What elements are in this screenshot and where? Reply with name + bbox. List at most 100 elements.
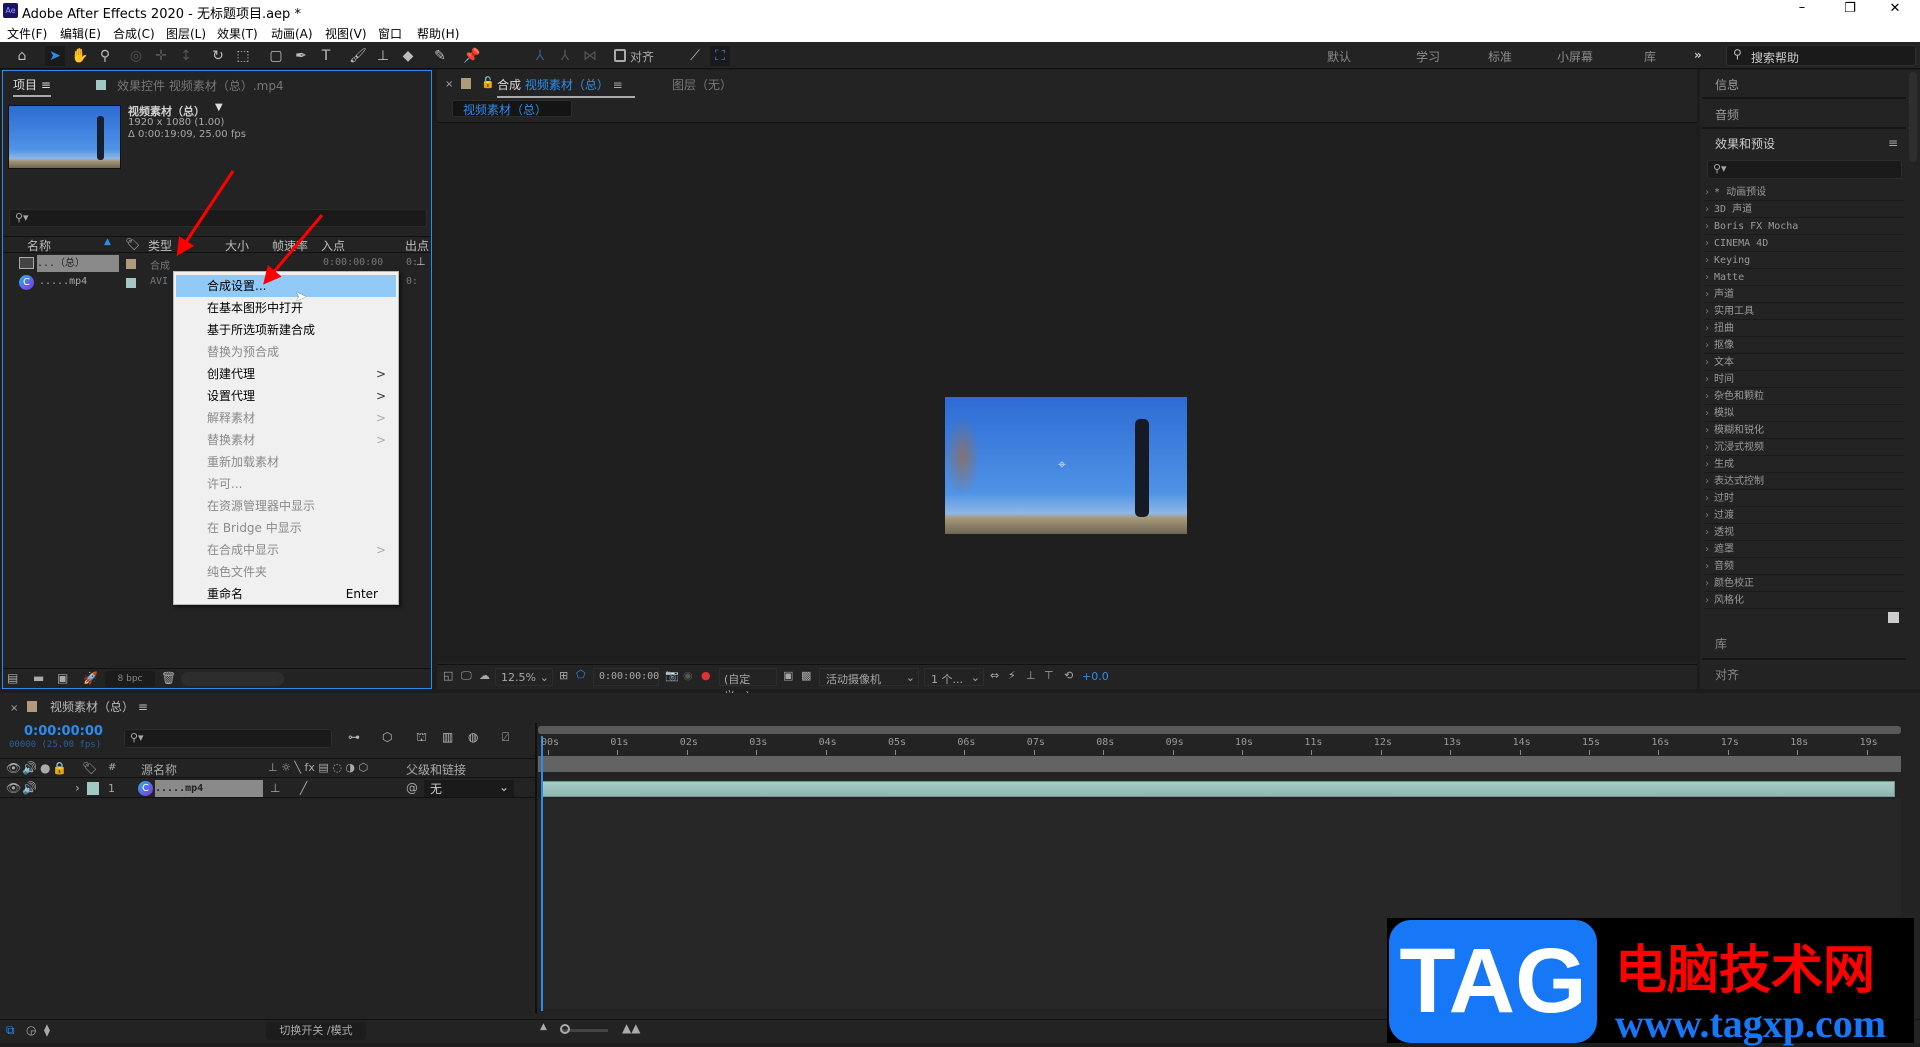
anchor-point-icon[interactable]: ⌖ [1058,457,1066,473]
zoom-out-icon[interactable]: ▲ [540,1022,547,1032]
context-menu-item[interactable]: 在基本图形中打开 [176,297,396,319]
effects-category[interactable]: › 过时 [1704,490,1904,507]
context-menu-item[interactable]: 在资源管理器中显示 [176,495,396,517]
snap-checkbox[interactable] [614,49,626,62]
draft-3d-icon[interactable]: ⬡ [382,730,392,744]
layer-name[interactable]: .....mp4 [155,780,263,797]
effects-category[interactable]: › 声道 [1704,286,1904,303]
current-time-indicator[interactable] [541,736,543,1011]
context-menu-item[interactable]: 许可... [176,473,396,495]
effects-category[interactable]: › 杂色和颗粒 [1704,388,1904,405]
panel-audio[interactable]: 音频 [1715,106,1739,123]
fast-preview-icon[interactable]: ▣ [783,669,793,682]
time-ruler[interactable] [538,735,1901,755]
pickwhip-icon[interactable]: @ [406,781,418,795]
new-folder-icon[interactable]: ▬ [33,671,44,685]
context-menu-item[interactable]: 重新加载素材 [176,451,396,473]
timeline-search-input[interactable]: ⚲▾ [124,729,332,748]
effects-category[interactable]: › 实用工具 [1704,303,1904,320]
context-menu-item[interactable]: 替换素材 > [176,429,396,451]
effects-category[interactable]: › Boris FX Mocha [1704,218,1904,235]
tab-composition[interactable]: 合成 视频素材（总） ≡ [497,76,635,98]
comp-frame[interactable]: ⌖ [945,397,1187,534]
minimize-button[interactable]: – [1792,0,1812,15]
puppet-pin-icon[interactable]: 📌 [462,46,482,66]
context-menu-item[interactable]: 基于所选项新建合成 [176,319,396,341]
audio-icon[interactable]: 🔊 [22,761,37,775]
effects-scrollbar[interactable] [1909,72,1917,162]
toggle-switches-modes-button[interactable]: 切换开关 /模式 [266,1022,366,1040]
zoom-in-icon[interactable]: ▲▲ [622,1021,640,1035]
close-tab-icon[interactable]: × [445,79,453,90]
layer-duration-bar[interactable] [542,781,1895,797]
camera-dropdown[interactable]: 活动摄像机 ⌄ [819,668,919,686]
quality-switch[interactable]: ╱ [300,781,307,795]
roto-brush-icon[interactable]: ✎ [430,46,450,66]
panel-align[interactable]: 对齐 [1715,666,1739,683]
layer-label-color[interactable] [87,782,99,795]
exposure-value[interactable]: +0.0 [1082,670,1109,683]
effects-category[interactable]: › CINEMA 4D [1704,235,1904,252]
resolution-dropdown[interactable]: (自定义...) [719,668,777,702]
snap-grid-icon[interactable]: ⛶ [710,46,730,66]
effects-category[interactable]: › * 动画预设 [1704,184,1904,201]
workspace-more-button[interactable]: » [1694,48,1702,62]
flowchart-icon[interactable]: ⊤ [1044,669,1054,682]
workspace-small-screen[interactable]: 小屏幕 [1557,48,1593,65]
tab-layer[interactable]: 图层（无） [672,76,732,93]
close-tab-icon[interactable]: × [10,703,18,714]
workspace-standard[interactable]: 标准 [1488,48,1512,65]
snap-option-icon[interactable]: ⟋ [685,46,705,66]
in-out-icon[interactable]: ⧫ [44,1023,50,1037]
timeline-icon[interactable]: ⊥ [1026,669,1036,682]
channel-icon[interactable]: ● [701,669,711,682]
snapshot-icon[interactable]: 📷 [665,669,679,682]
effects-category[interactable]: › 过渡 [1704,507,1904,524]
effects-category[interactable]: › 风格化 [1704,592,1904,609]
context-menu-item[interactable]: 在合成中显示 > [176,539,396,561]
effects-category[interactable]: › 生成 [1704,456,1904,473]
collapse-switch[interactable]: ⊥ [270,781,280,795]
visibility-icon[interactable]: 👁 [6,761,21,775]
bpc-button[interactable]: 8 bpc [105,671,155,687]
motion-blur-icon[interactable]: ◍ [468,730,478,744]
transfer-controls-icon[interactable]: ◶ [26,1023,36,1037]
workspace-learn[interactable]: 学习 [1416,48,1440,65]
views-dropdown[interactable]: 1 个... ⌄ [924,668,984,686]
effects-category[interactable]: › 时间 [1704,371,1904,388]
effects-category[interactable]: › 音频 [1704,558,1904,575]
panel-info[interactable]: 信息 [1715,76,1739,93]
render-queue-icon[interactable]: 🚀 [83,671,98,685]
new-composition-icon[interactable]: ▣ [57,671,68,685]
close-button[interactable]: ✕ [1885,1,1905,16]
context-menu-item[interactable]: 替换为预合成 [176,341,396,363]
region-of-interest-icon[interactable]: ⊞ [559,669,568,682]
zoom-dropdown[interactable]: 12.5% ⌄ [495,668,553,686]
parent-dropdown[interactable]: 无 ⌄ [424,780,514,797]
panel-effects-presets[interactable]: 效果和预设 [1715,135,1775,152]
show-snapshot-icon[interactable]: ◉ [683,669,693,682]
work-area-range[interactable] [538,756,1901,772]
effects-category[interactable]: › Keying [1704,252,1904,269]
workspace-library[interactable]: 库 [1644,48,1656,65]
label-tag-icon[interactable]: 🏷 [82,761,97,775]
axis-local-icon[interactable]: ⅄ [530,46,550,66]
context-menu-item[interactable]: 纯色文件夹 [176,561,396,583]
project-scrollbar[interactable] [181,672,284,686]
context-menu-item[interactable]: 在 Bridge 中显示 [176,517,396,539]
toggle-transparency-icon[interactable]: ▩ [801,669,811,682]
shy-layers-icon[interactable]: ⛫ [416,730,427,746]
axis-world-icon[interactable]: ⅄ [555,46,575,66]
effects-category[interactable]: › 遮罩 [1704,541,1904,558]
effects-category[interactable]: › 透视 [1704,524,1904,541]
context-menu-item[interactable]: 解释素材 > [176,407,396,429]
workspace-default[interactable]: 默认 [1327,48,1351,65]
col-parent-link[interactable]: 父级和链接 [406,761,466,778]
effects-category[interactable]: › 表达式控制 [1704,473,1904,490]
visibility-icon[interactable]: 👁 [6,781,21,795]
fast-draft-icon[interactable]: ⚡ [1008,669,1016,682]
reset-exposure-icon[interactable]: ⟲ [1064,669,1073,682]
context-menu-item[interactable]: 重命名 Enter [176,583,396,605]
context-menu-item[interactable]: 创建代理 > [176,363,396,385]
help-search-input[interactable]: ⚲ 搜索帮助 [1726,45,1916,66]
